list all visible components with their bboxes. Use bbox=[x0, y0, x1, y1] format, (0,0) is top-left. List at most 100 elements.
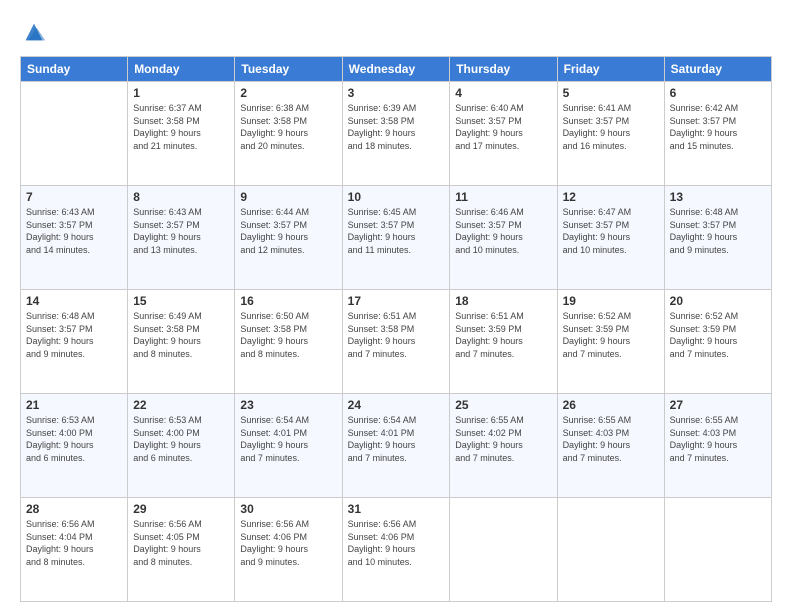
calendar-cell: 2 Sunrise: 6:38 AM Sunset: 3:58 PM Daylig… bbox=[235, 82, 342, 186]
day-info: Sunrise: 6:54 AM Sunset: 4:01 PM Dayligh… bbox=[348, 414, 445, 464]
day-number: 23 bbox=[240, 398, 336, 412]
day-info: Sunrise: 6:39 AM Sunset: 3:58 PM Dayligh… bbox=[348, 102, 445, 152]
day-number: 14 bbox=[26, 294, 122, 308]
day-info: Sunrise: 6:44 AM Sunset: 3:57 PM Dayligh… bbox=[240, 206, 336, 256]
day-number: 28 bbox=[26, 502, 122, 516]
calendar-week-row: 28 Sunrise: 6:56 AM Sunset: 4:04 PM Dayli… bbox=[21, 498, 772, 602]
weekday-header-thursday: Thursday bbox=[450, 57, 557, 82]
day-number: 16 bbox=[240, 294, 336, 308]
day-number: 8 bbox=[133, 190, 229, 204]
day-info: Sunrise: 6:52 AM Sunset: 3:59 PM Dayligh… bbox=[563, 310, 659, 360]
calendar-cell: 19 Sunrise: 6:52 AM Sunset: 3:59 PM Dayli… bbox=[557, 290, 664, 394]
day-info: Sunrise: 6:55 AM Sunset: 4:03 PM Dayligh… bbox=[563, 414, 659, 464]
day-number: 30 bbox=[240, 502, 336, 516]
calendar-cell: 11 Sunrise: 6:46 AM Sunset: 3:57 PM Dayli… bbox=[450, 186, 557, 290]
weekday-header-saturday: Saturday bbox=[664, 57, 771, 82]
day-info: Sunrise: 6:40 AM Sunset: 3:57 PM Dayligh… bbox=[455, 102, 551, 152]
weekday-header-tuesday: Tuesday bbox=[235, 57, 342, 82]
day-number: 4 bbox=[455, 86, 551, 100]
weekday-header-wednesday: Wednesday bbox=[342, 57, 450, 82]
calendar-cell: 22 Sunrise: 6:53 AM Sunset: 4:00 PM Dayli… bbox=[128, 394, 235, 498]
day-number: 12 bbox=[563, 190, 659, 204]
weekday-header-friday: Friday bbox=[557, 57, 664, 82]
day-info: Sunrise: 6:56 AM Sunset: 4:06 PM Dayligh… bbox=[240, 518, 336, 568]
calendar-cell bbox=[664, 498, 771, 602]
day-number: 21 bbox=[26, 398, 122, 412]
calendar-cell: 14Sunrise: 6:48 AM Sunset: 3:57 PM Dayli… bbox=[21, 290, 128, 394]
weekday-header-monday: Monday bbox=[128, 57, 235, 82]
day-number: 1 bbox=[133, 86, 229, 100]
calendar-cell: 27 Sunrise: 6:55 AM Sunset: 4:03 PM Dayli… bbox=[664, 394, 771, 498]
calendar-cell: 26 Sunrise: 6:55 AM Sunset: 4:03 PM Dayli… bbox=[557, 394, 664, 498]
calendar-week-row: 21 Sunrise: 6:53 AM Sunset: 4:00 PM Dayli… bbox=[21, 394, 772, 498]
day-info: Sunrise: 6:37 AM Sunset: 3:58 PM Dayligh… bbox=[133, 102, 229, 152]
day-number: 3 bbox=[348, 86, 445, 100]
logo-icon bbox=[20, 18, 48, 46]
day-info: Sunrise: 6:46 AM Sunset: 3:57 PM Dayligh… bbox=[455, 206, 551, 256]
calendar-cell: 28 Sunrise: 6:56 AM Sunset: 4:04 PM Dayli… bbox=[21, 498, 128, 602]
calendar-cell: 9 Sunrise: 6:44 AM Sunset: 3:57 PM Daylig… bbox=[235, 186, 342, 290]
day-number: 2 bbox=[240, 86, 336, 100]
day-number: 13 bbox=[670, 190, 766, 204]
day-info: Sunrise: 6:45 AM Sunset: 3:57 PM Dayligh… bbox=[348, 206, 445, 256]
calendar-cell: 17 Sunrise: 6:51 AM Sunset: 3:58 PM Dayli… bbox=[342, 290, 450, 394]
day-number: 9 bbox=[240, 190, 336, 204]
day-number: 22 bbox=[133, 398, 229, 412]
day-info: Sunrise: 6:53 AM Sunset: 4:00 PM Dayligh… bbox=[26, 414, 122, 464]
weekday-header-sunday: Sunday bbox=[21, 57, 128, 82]
day-info: Sunrise: 6:42 AM Sunset: 3:57 PM Dayligh… bbox=[670, 102, 766, 152]
day-number: 6 bbox=[670, 86, 766, 100]
day-info: Sunrise: 6:43 AM Sunset: 3:57 PM Dayligh… bbox=[133, 206, 229, 256]
calendar-cell: 24 Sunrise: 6:54 AM Sunset: 4:01 PM Dayli… bbox=[342, 394, 450, 498]
calendar-cell: 15 Sunrise: 6:49 AM Sunset: 3:58 PM Dayli… bbox=[128, 290, 235, 394]
day-number: 27 bbox=[670, 398, 766, 412]
day-number: 26 bbox=[563, 398, 659, 412]
day-info: Sunrise: 6:48 AM Sunset: 3:57 PM Dayligh… bbox=[670, 206, 766, 256]
day-info: Sunrise: 6:52 AM Sunset: 3:59 PM Dayligh… bbox=[670, 310, 766, 360]
day-number: 11 bbox=[455, 190, 551, 204]
calendar-cell: 5 Sunrise: 6:41 AM Sunset: 3:57 PM Daylig… bbox=[557, 82, 664, 186]
day-number: 5 bbox=[563, 86, 659, 100]
day-info: Sunrise: 6:53 AM Sunset: 4:00 PM Dayligh… bbox=[133, 414, 229, 464]
day-info: Sunrise: 6:55 AM Sunset: 4:02 PM Dayligh… bbox=[455, 414, 551, 464]
calendar-table: SundayMondayTuesdayWednesdayThursdayFrid… bbox=[20, 56, 772, 602]
calendar-cell: 18Sunrise: 6:51 AM Sunset: 3:59 PM Dayli… bbox=[450, 290, 557, 394]
day-info: Sunrise: 6:56 AM Sunset: 4:04 PM Dayligh… bbox=[26, 518, 122, 568]
page: SundayMondayTuesdayWednesdayThursdayFrid… bbox=[0, 0, 792, 612]
day-number: 25 bbox=[455, 398, 551, 412]
day-number: 19 bbox=[563, 294, 659, 308]
calendar-cell: 20 Sunrise: 6:52 AM Sunset: 3:59 PM Dayli… bbox=[664, 290, 771, 394]
day-number: 15 bbox=[133, 294, 229, 308]
day-number: 17 bbox=[348, 294, 445, 308]
calendar-cell: 23 Sunrise: 6:54 AM Sunset: 4:01 PM Dayli… bbox=[235, 394, 342, 498]
calendar-cell bbox=[450, 498, 557, 602]
calendar-cell: 29Sunrise: 6:56 AM Sunset: 4:05 PM Dayli… bbox=[128, 498, 235, 602]
calendar-cell: 16Sunrise: 6:50 AM Sunset: 3:58 PM Dayli… bbox=[235, 290, 342, 394]
calendar-week-row: 14Sunrise: 6:48 AM Sunset: 3:57 PM Dayli… bbox=[21, 290, 772, 394]
calendar-cell: 3 Sunrise: 6:39 AM Sunset: 3:58 PM Daylig… bbox=[342, 82, 450, 186]
day-info: Sunrise: 6:38 AM Sunset: 3:58 PM Dayligh… bbox=[240, 102, 336, 152]
day-number: 29 bbox=[133, 502, 229, 516]
calendar-cell: 21 Sunrise: 6:53 AM Sunset: 4:00 PM Dayli… bbox=[21, 394, 128, 498]
calendar-cell: 4 Sunrise: 6:40 AM Sunset: 3:57 PM Daylig… bbox=[450, 82, 557, 186]
calendar-cell: 6 Sunrise: 6:42 AM Sunset: 3:57 PM Daylig… bbox=[664, 82, 771, 186]
day-info: Sunrise: 6:54 AM Sunset: 4:01 PM Dayligh… bbox=[240, 414, 336, 464]
logo bbox=[20, 18, 50, 46]
calendar-week-row: 1 Sunrise: 6:37 AM Sunset: 3:58 PM Daylig… bbox=[21, 82, 772, 186]
day-info: Sunrise: 6:56 AM Sunset: 4:06 PM Dayligh… bbox=[348, 518, 445, 568]
day-number: 20 bbox=[670, 294, 766, 308]
calendar-cell: 30 Sunrise: 6:56 AM Sunset: 4:06 PM Dayli… bbox=[235, 498, 342, 602]
weekday-header-row: SundayMondayTuesdayWednesdayThursdayFrid… bbox=[21, 57, 772, 82]
day-info: Sunrise: 6:41 AM Sunset: 3:57 PM Dayligh… bbox=[563, 102, 659, 152]
calendar-cell bbox=[21, 82, 128, 186]
day-number: 10 bbox=[348, 190, 445, 204]
day-info: Sunrise: 6:55 AM Sunset: 4:03 PM Dayligh… bbox=[670, 414, 766, 464]
day-info: Sunrise: 6:51 AM Sunset: 3:58 PM Dayligh… bbox=[348, 310, 445, 360]
calendar-cell: 7Sunrise: 6:43 AM Sunset: 3:57 PM Daylig… bbox=[21, 186, 128, 290]
header bbox=[20, 18, 772, 46]
day-info: Sunrise: 6:49 AM Sunset: 3:58 PM Dayligh… bbox=[133, 310, 229, 360]
calendar-cell: 13 Sunrise: 6:48 AM Sunset: 3:57 PM Dayli… bbox=[664, 186, 771, 290]
day-number: 24 bbox=[348, 398, 445, 412]
day-number: 7 bbox=[26, 190, 122, 204]
day-number: 18 bbox=[455, 294, 551, 308]
